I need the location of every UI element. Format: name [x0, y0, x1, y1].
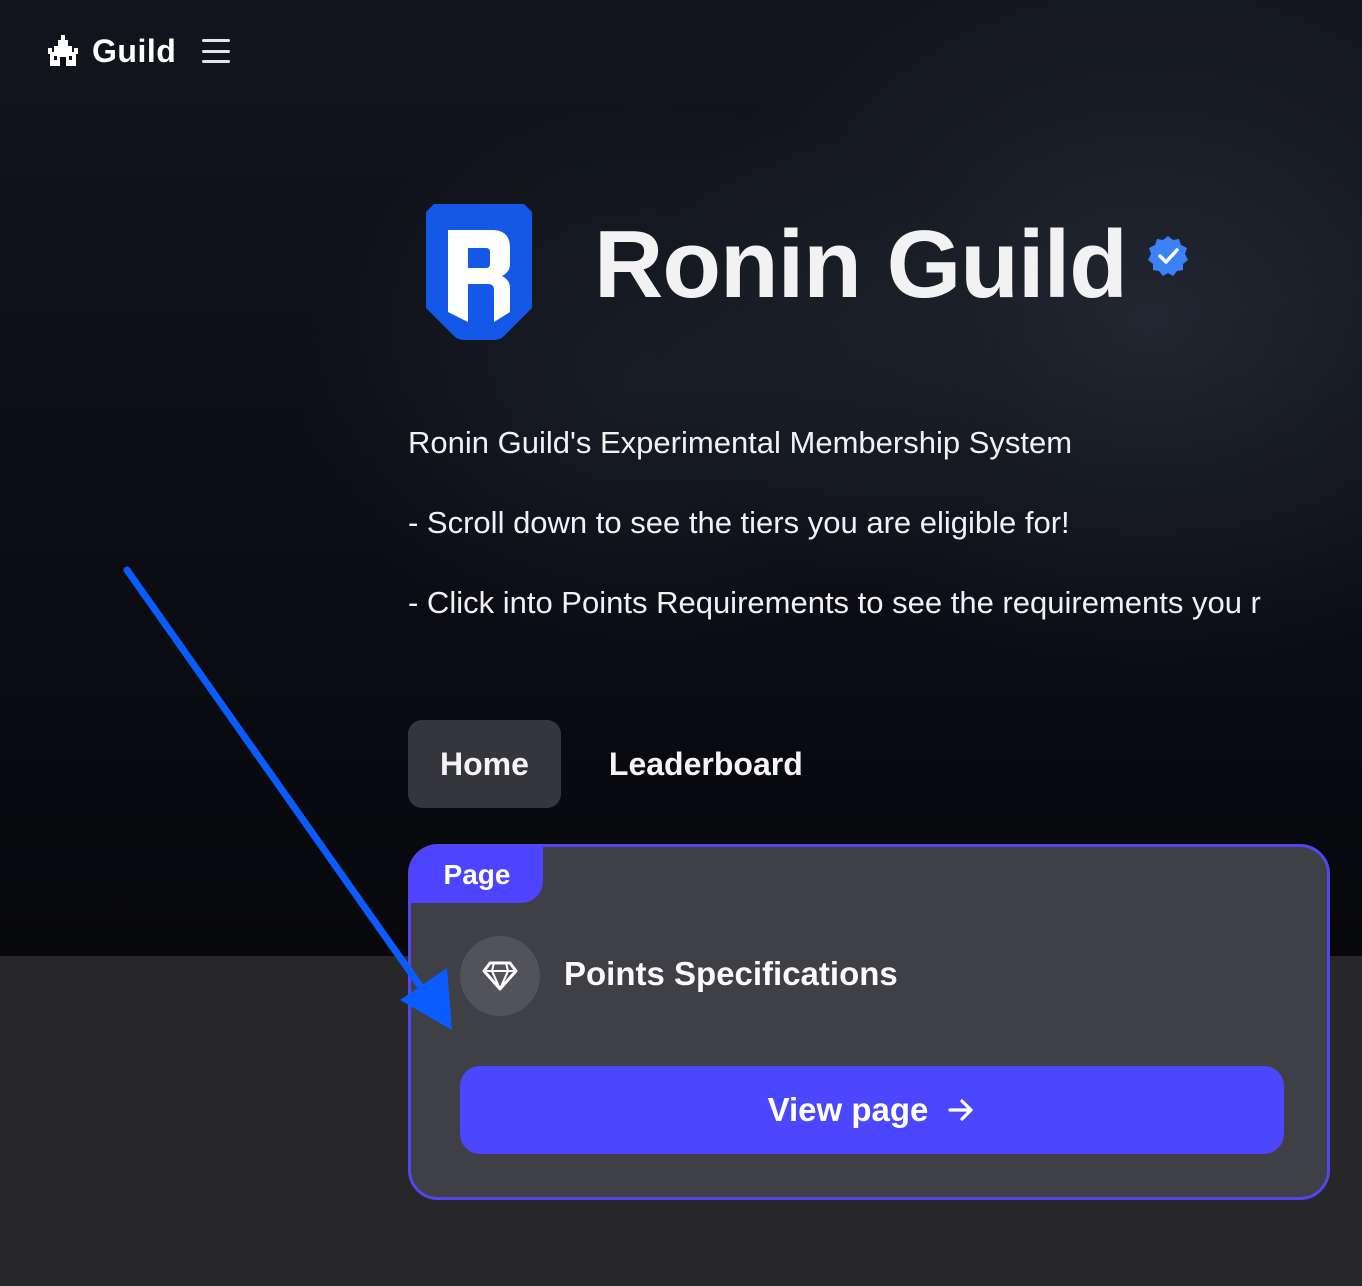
guild-description: Ronin Guild's Experimental Membership Sy…: [408, 424, 1362, 664]
view-page-label: View page: [767, 1091, 929, 1128]
description-line: - Scroll down to see the tiers you are e…: [408, 505, 1070, 540]
tab-home[interactable]: Home: [408, 720, 561, 808]
page-tag: Page: [411, 847, 543, 903]
top-bar: Guild: [46, 30, 231, 72]
page-card: Page Points Specifications View page: [408, 844, 1330, 1200]
description-line: Ronin Guild's Experimental Membership Sy…: [408, 425, 1073, 460]
ronin-shield-logo: [426, 204, 532, 340]
hamburger-menu-icon[interactable]: [202, 39, 231, 63]
card-title: Points Specifications: [564, 955, 898, 992]
description-line: - Click into Points Requirements to see …: [408, 585, 1261, 620]
guild-title: Ronin Guild: [594, 211, 1128, 318]
castle-icon[interactable]: [46, 34, 80, 68]
brand-name[interactable]: Guild: [92, 33, 176, 70]
tab-leaderboard[interactable]: Leaderboard: [577, 720, 835, 808]
arrow-right-icon: [946, 1095, 976, 1125]
diamond-icon: [460, 936, 540, 1016]
verified-badge-icon: [1146, 234, 1190, 278]
view-page-button[interactable]: View page: [460, 1066, 1284, 1154]
guild-tabs: Home Leaderboard: [408, 720, 835, 808]
